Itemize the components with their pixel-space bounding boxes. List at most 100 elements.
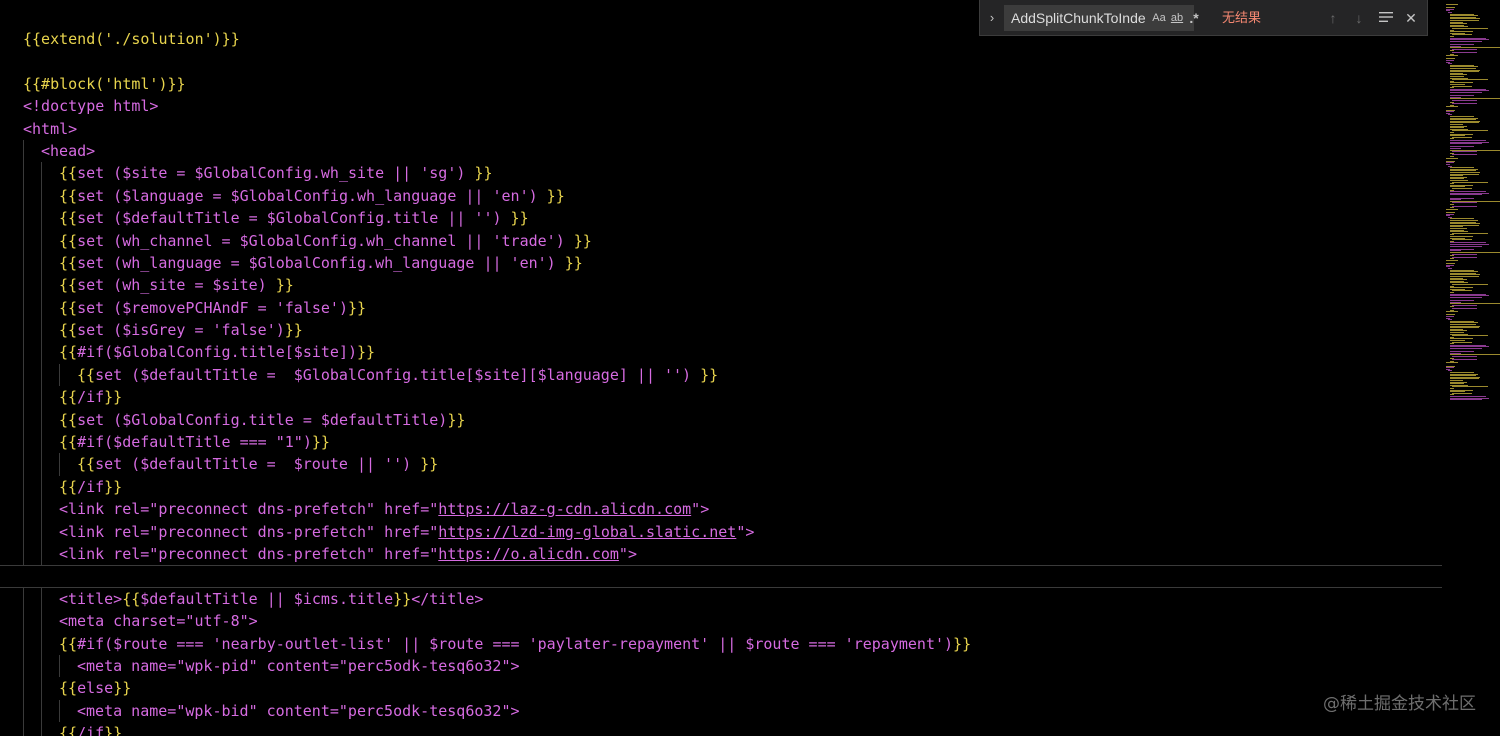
code-link[interactable]: https://lzd-img-global.slatic.net [438, 523, 736, 541]
code-token: <html> [23, 119, 78, 138]
regex-toggle[interactable]: .* [1187, 9, 1201, 27]
indent-guide [23, 453, 24, 476]
code-line[interactable]: {{/if}} [0, 475, 1442, 499]
code-line[interactable]: {{#if($route === 'nearby-outlet-list' ||… [0, 632, 1442, 655]
code-line[interactable]: {{#if($GlobalConfig.title[$site])}} [0, 341, 1442, 364]
minimap-line [1452, 290, 1472, 292]
minimap[interactable] [1442, 0, 1500, 736]
code-line[interactable] [0, 50, 1442, 72]
minimap-line [1452, 308, 1477, 309]
minimap-line [1452, 356, 1477, 357]
minimap-line [1452, 335, 1488, 337]
indent-guide [23, 207, 24, 230]
code-token: set ($site = $GlobalConfig.wh_site || 's… [77, 164, 475, 183]
code-line[interactable]: {{set ($defaultTitle = $GlobalConfig.tit… [0, 207, 1442, 230]
minimap-line [1452, 232, 1488, 234]
code-token: <meta charset="utf-8"> [59, 612, 258, 631]
arrow-up-icon[interactable]: ↑ [1323, 8, 1343, 28]
indent-guide [41, 520, 42, 543]
indent-guide [23, 475, 24, 499]
code-line[interactable]: {{set ($defaultTitle = $GlobalConfig.tit… [0, 363, 1442, 387]
indent-guide [41, 722, 42, 736]
indent-guide [23, 610, 24, 633]
code-line[interactable]: {{set (wh_site = $site) }} [0, 274, 1442, 297]
code-line[interactable]: {{set ($site = $GlobalConfig.wh_site || … [0, 162, 1442, 185]
code-line[interactable]: {{else}} [0, 677, 1442, 700]
whole-word-toggle[interactable]: ab [1169, 9, 1185, 27]
code-line[interactable]: {{#block('html')}} [0, 73, 1442, 95]
indent-guide [41, 296, 42, 320]
code-link[interactable]: https://laz-g-cdn.alicdn.com [438, 500, 691, 518]
code-line[interactable]: {{set ($defaultTitle = $route || '') }} [0, 453, 1442, 476]
code-line[interactable]: <title>{{$defaultTitle || $icms.title}}<… [0, 587, 1442, 611]
code-line[interactable]: {{set ($removePCHAndF = 'false')}} [0, 296, 1442, 320]
minimap-line [1452, 103, 1477, 105]
code-editor[interactable]: {{extend('./solution')}} {{#block('html')… [0, 0, 1500, 736]
minimap-line [1452, 239, 1472, 241]
code-token: else [77, 679, 114, 698]
code-line[interactable]: <link rel="preconnect dns-prefetch" href… [0, 498, 1442, 521]
indent-guide [23, 184, 24, 208]
code-token: }} [573, 231, 592, 250]
minimap-line [1446, 208, 1458, 210]
minimap-line [1450, 143, 1482, 145]
indent-guide [23, 274, 24, 297]
code-line[interactable]: {{/if}} [0, 386, 1442, 409]
code-line[interactable]: <!doctype html> [0, 95, 1442, 117]
minimap-line [1452, 386, 1488, 388]
indent-guide [23, 677, 24, 700]
indent-guide [23, 654, 24, 678]
code-line[interactable] [0, 565, 1442, 588]
indent-guide [41, 542, 42, 566]
indent-guide [41, 386, 42, 409]
indent-guide [41, 408, 42, 432]
find-widget: › AddSplitChunkToInde Aa ab .* 无结果 ↑ ↓ ✕ [979, 0, 1428, 36]
code-line[interactable]: <meta charset="utf-8"> [0, 610, 1442, 633]
code-line[interactable]: {{set ($GlobalConfig.title = $defaultTit… [0, 408, 1442, 432]
indent-guide [23, 498, 24, 521]
code-line[interactable]: <link rel="preconnect dns-prefetch" href… [0, 542, 1442, 566]
minimap-line [1450, 348, 1482, 349]
code-line[interactable]: <meta name="wpk-pid" content="perc5odk-t… [0, 654, 1442, 678]
code-token: }} [348, 298, 367, 317]
code-link[interactable]: https://o.alicdn.com [438, 545, 619, 563]
find-input-value[interactable]: AddSplitChunkToInde [1011, 6, 1147, 30]
code-token: {{#block('html')}} [23, 74, 186, 93]
minimap-line [1450, 40, 1482, 42]
code-token: }} [474, 164, 493, 183]
minimap-line [1452, 359, 1477, 361]
code-line[interactable]: <link rel="preconnect dns-prefetch" href… [0, 520, 1442, 543]
match-case-toggle[interactable]: Aa [1151, 9, 1167, 27]
indent-guide [41, 341, 42, 364]
close-icon[interactable]: ✕ [1401, 8, 1421, 28]
code-token: {{extend('./solution')}} [23, 30, 240, 48]
code-token: {{ [59, 343, 78, 362]
minimap-line [1452, 392, 1472, 394]
code-line[interactable]: {{set ($isGrey = 'false')}} [0, 319, 1442, 342]
code-line[interactable]: <html> [0, 118, 1442, 140]
arrow-down-icon[interactable]: ↓ [1349, 8, 1369, 28]
find-input[interactable]: AddSplitChunkToInde Aa ab .* [1004, 5, 1199, 31]
code-line[interactable]: {{set (wh_channel = $GlobalConfig.wh_cha… [0, 229, 1442, 252]
code-token: </title> [411, 589, 484, 608]
indent-guide [41, 274, 42, 297]
code-token: set (wh_language = $GlobalConfig.wh_lang… [77, 253, 565, 272]
chevron-right-icon[interactable]: › [984, 6, 1000, 30]
minimap-line [1452, 341, 1472, 343]
code-line[interactable]: {{/if}} [0, 722, 1442, 736]
find-in-selection-icon[interactable] [1376, 8, 1396, 28]
code-line[interactable]: {{set ($language = $GlobalConfig.wh_lang… [0, 184, 1442, 208]
code-token: $defaultTitle || $icms.title [140, 589, 394, 608]
code-token: /if [77, 477, 105, 496]
indent-guide [41, 498, 42, 521]
code-line[interactable]: {{#if($defaultTitle === "1")}} [0, 431, 1442, 454]
code-line[interactable]: <head> [0, 139, 1442, 163]
minimap-line [1450, 399, 1482, 401]
indent-guide [23, 431, 24, 454]
code-line[interactable]: <meta name="wpk-bid" content="perc5odk-t… [0, 699, 1442, 723]
code-token: }} [284, 321, 303, 340]
code-area[interactable]: {{extend('./solution')}} {{#block('html')… [0, 28, 1442, 736]
code-line[interactable]: {{set (wh_language = $GlobalConfig.wh_la… [0, 251, 1442, 275]
code-token: set (wh_site = $site) [77, 276, 276, 295]
code-token: {{ [59, 186, 78, 205]
